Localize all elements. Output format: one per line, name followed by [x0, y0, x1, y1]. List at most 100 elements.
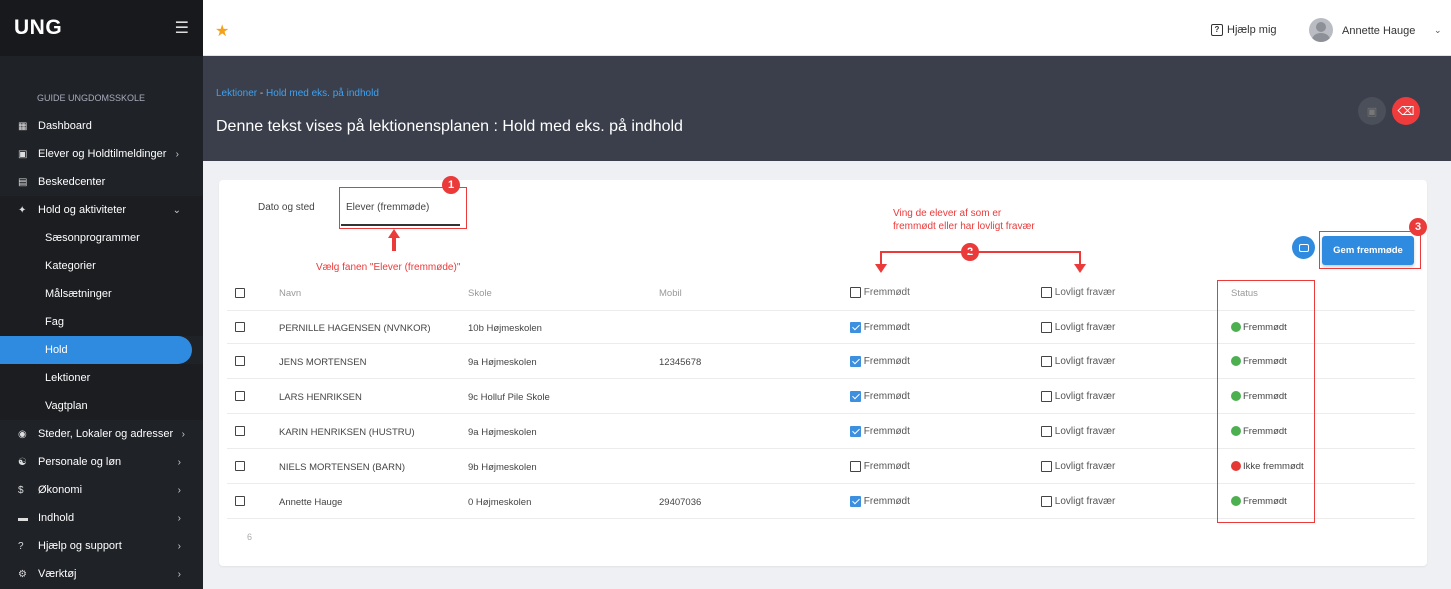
sidebar-item-lektioner[interactable]: Lektioner — [0, 364, 203, 392]
tab-dato-og-sted[interactable]: Dato og sted — [258, 202, 315, 213]
annotation-arrow-down-right — [1074, 264, 1086, 273]
favorite-star-icon[interactable]: ★ — [215, 21, 229, 41]
student-name: Annette Hauge — [279, 497, 343, 508]
sidebar-item-hold[interactable]: Hold — [0, 336, 192, 364]
header-present-checkbox — [850, 287, 861, 298]
annotation-bracket-left — [880, 251, 882, 265]
sidebar-item-label: Hold — [45, 344, 68, 356]
sidebar-item-indhold[interactable]: ▬ Indhold › — [0, 504, 203, 532]
column-header-skole: Skole — [468, 288, 492, 299]
present-checkbox[interactable]: Fremmødt — [850, 426, 910, 437]
present-checkbox[interactable]: Fremmødt — [850, 322, 910, 333]
breadcrumb: Lektioner - Hold med eks. på indhold — [216, 88, 379, 99]
sidebar-item-kategorier[interactable]: Kategorier — [0, 252, 203, 280]
row-checkbox[interactable] — [235, 356, 245, 367]
dollar-icon: $ — [18, 484, 24, 496]
page-title: Denne tekst vises på lektionensplanen : … — [216, 118, 683, 135]
student-school: 9b Højmeskolen — [468, 462, 537, 473]
user-name[interactable]: Annette Hauge — [1342, 25, 1415, 37]
sidebar-item-label: Sæsonprogrammer — [45, 232, 140, 244]
chevron-right-icon: › — [177, 456, 181, 468]
select-all-checkbox[interactable] — [235, 288, 245, 299]
breadcrumb-current[interactable]: Hold med eks. på indhold — [266, 88, 379, 99]
message-icon: ▤ — [18, 176, 28, 188]
column-header-fremmoedt[interactable]: Fremmødt — [850, 287, 910, 298]
annotation-text-1: Vælg fanen "Elever (fremmøde)" — [316, 262, 461, 273]
excused-checkbox[interactable]: Lovligt fravær — [1041, 496, 1115, 507]
top-bar: ★ ? Hjælp mig Annette Hauge ⌄ — [203, 0, 1451, 56]
sidebar-item-fag[interactable]: Fag — [0, 308, 203, 336]
run-icon: ✦ — [18, 204, 27, 216]
sidebar-item-dashboard[interactable]: ▦ Dashboard — [0, 112, 203, 140]
sidebar-item-personale[interactable]: ☯ Personale og løn › — [0, 448, 203, 476]
present-checkbox[interactable]: Fremmødt — [850, 461, 910, 472]
sidebar-item-oekonomi[interactable]: $ Økonomi › — [0, 476, 203, 504]
sidebar-item-label: Beskedcenter — [38, 176, 106, 188]
chevron-down-icon: ⌄ — [172, 204, 181, 216]
help-label: Hjælp mig — [1227, 24, 1277, 36]
excused-checkbox[interactable]: Lovligt fravær — [1041, 461, 1115, 472]
breadcrumb-root[interactable]: Lektioner — [216, 88, 257, 99]
id-card-icon: ▣ — [18, 148, 28, 160]
row-checkbox[interactable] — [235, 322, 245, 333]
annotation-box-status — [1217, 280, 1315, 523]
chevron-right-icon: › — [177, 540, 181, 552]
student-school: 10b Højmeskolen — [468, 323, 542, 334]
student-mobile: 12345678 — [659, 357, 702, 368]
sidebar-item-vagtplan[interactable]: Vagtplan — [0, 392, 203, 420]
save-icon-button[interactable]: ▣ — [1358, 97, 1386, 125]
sidebar-nav: ▦ Dashboard ▣ Elever og Holdtilmeldinger › … — [0, 112, 203, 588]
row-checkbox[interactable] — [235, 496, 245, 507]
annotation-number-1: 1 — [442, 176, 460, 194]
delete-button[interactable]: ⌫ — [1392, 97, 1420, 125]
row-checkbox[interactable] — [235, 391, 245, 402]
chevron-right-icon: › — [177, 512, 181, 524]
annotation-box-save — [1319, 231, 1421, 269]
help-button[interactable]: ? Hjælp mig — [1211, 24, 1277, 36]
logo: UNG — [14, 16, 63, 39]
sidebar-item-elever[interactable]: ▣ Elever og Holdtilmeldinger › — [0, 140, 203, 168]
sidebar-item-steder[interactable]: ◉ Steder, Lokaler og adresser › — [0, 420, 203, 448]
chevron-right-icon: › — [177, 568, 181, 580]
sidebar-item-label: Dashboard — [38, 120, 92, 132]
sidebar-item-label: Lektioner — [45, 372, 91, 384]
pin-icon: ◉ — [18, 428, 27, 440]
annotation-arrow-down-left — [875, 264, 887, 273]
row-checkbox[interactable] — [235, 426, 245, 437]
sidebar-item-label: Elever og Holdtilmeldinger — [38, 148, 167, 160]
menu-icon[interactable]: ☰ — [175, 18, 189, 38]
help-icon: ? — [18, 540, 24, 552]
chevron-right-icon: › — [175, 148, 179, 160]
sidebar-item-beskedcenter[interactable]: ▤ Beskedcenter — [0, 168, 203, 196]
people-icon: ☯ — [18, 456, 27, 468]
help-icon: ? — [1211, 24, 1223, 36]
sidebar-item-maalsaetninger[interactable]: Målsætninger — [0, 280, 203, 308]
sidebar-item-hjaelp[interactable]: ? Hjælp og support › — [0, 532, 203, 560]
chevron-down-icon[interactable]: ⌄ — [1434, 25, 1442, 36]
sidebar-header: UNG ☰ — [0, 0, 203, 56]
excused-checkbox[interactable]: Lovligt fravær — [1041, 426, 1115, 437]
excused-checkbox[interactable]: Lovligt fravær — [1041, 391, 1115, 402]
student-name: KARIN HENRIKSEN (HUSTRU) — [279, 427, 415, 438]
avatar[interactable] — [1309, 18, 1333, 42]
sidebar-item-label: Økonomi — [38, 484, 83, 496]
message-button[interactable] — [1292, 236, 1315, 259]
sidebar-item-label: Steder, Lokaler og adresser — [38, 428, 174, 440]
sidebar-item-saesonprogrammer[interactable]: Sæsonprogrammer — [0, 224, 203, 252]
row-checkbox[interactable] — [235, 461, 245, 472]
excused-checkbox[interactable]: Lovligt fravær — [1041, 356, 1115, 367]
sidebar-item-vaerktoej[interactable]: ⚙ Værktøj › — [0, 560, 203, 588]
sidebar-item-label: Fag — [45, 316, 64, 328]
column-header-lovligt-fravaer[interactable]: Lovligt fravær — [1041, 287, 1115, 298]
student-school: 9c Holluf Pile Skole — [468, 392, 550, 403]
sidebar: UNG ☰ GUIDE UNGDOMSSKOLE ▦ Dashboard ▣ Ele… — [0, 0, 203, 589]
sidebar-item-hold-og-aktiviteter[interactable]: ✦ Hold og aktiviteter ⌄ — [0, 196, 203, 224]
annotation-arrow-shaft — [392, 237, 396, 251]
present-checkbox[interactable]: Fremmødt — [850, 356, 910, 367]
present-checkbox[interactable]: Fremmødt — [850, 391, 910, 402]
student-school: 0 Højmeskolen — [468, 497, 532, 508]
excused-checkbox[interactable]: Lovligt fravær — [1041, 322, 1115, 333]
present-checkbox[interactable]: Fremmødt — [850, 496, 910, 507]
header-excused-checkbox — [1041, 287, 1052, 298]
sidebar-item-label: Målsætninger — [45, 288, 112, 300]
